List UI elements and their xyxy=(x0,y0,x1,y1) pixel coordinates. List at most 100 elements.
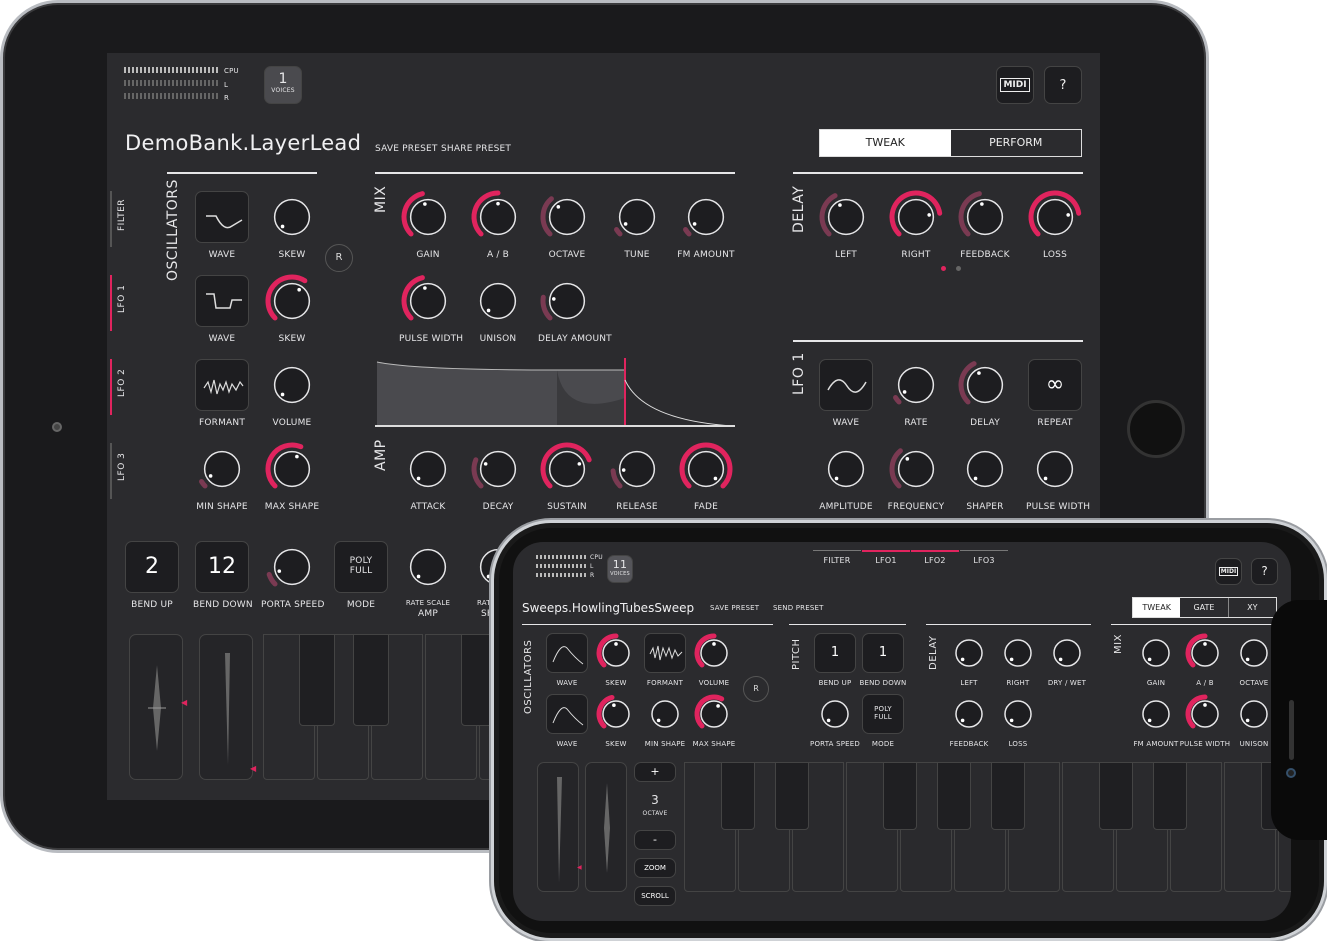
lfo-pulse-width-knob[interactable] xyxy=(1027,441,1083,497)
midi-button[interactable]: MIDI xyxy=(996,66,1034,104)
right-knob[interactable] xyxy=(888,189,944,245)
share-preset-button[interactable]: SHARE PRESET xyxy=(441,144,511,154)
unison-knob[interactable] xyxy=(1233,693,1275,735)
side-tab-lfo1[interactable]: LFO 1 xyxy=(117,285,127,313)
tab-lfo1[interactable]: LFO1 xyxy=(862,556,910,565)
save-preset-button[interactable]: SAVE PRESET xyxy=(710,604,759,612)
left-knob[interactable] xyxy=(818,189,874,245)
envelope-graph[interactable] xyxy=(375,358,735,428)
sustain-knob[interactable] xyxy=(539,441,595,497)
preset-name[interactable]: Sweeps.HowlingTubesSweep xyxy=(522,601,694,615)
black-key[interactable] xyxy=(775,762,809,830)
rate-scale-knob[interactable] xyxy=(400,539,456,595)
left-knob[interactable] xyxy=(948,632,990,674)
side-tab-lfo3[interactable]: LFO 3 xyxy=(117,453,127,481)
black-key[interactable] xyxy=(991,762,1025,830)
mod-wheel[interactable] xyxy=(585,762,627,892)
loss-knob[interactable] xyxy=(997,693,1039,735)
pitch-wheel[interactable] xyxy=(129,634,183,780)
tab-tweak[interactable]: TWEAK xyxy=(1133,598,1181,617)
fm-amount-knob[interactable] xyxy=(678,189,734,245)
pulse-width-knob[interactable] xyxy=(1184,693,1226,735)
preset-name[interactable]: DemoBank.LayerLead xyxy=(125,131,361,155)
tune-knob[interactable] xyxy=(609,189,665,245)
shaper-knob[interactable] xyxy=(957,441,1013,497)
fade-knob[interactable] xyxy=(678,441,734,497)
tab-gate[interactable]: GATE xyxy=(1180,598,1229,617)
osc2-wave-button[interactable] xyxy=(195,275,249,327)
fm-amount-knob[interactable] xyxy=(1135,693,1177,735)
rate-knob[interactable] xyxy=(888,357,944,413)
porta-speed-knob[interactable] xyxy=(264,539,320,595)
dry-wet-knob[interactable] xyxy=(1046,632,1088,674)
skew-knob[interactable] xyxy=(595,693,637,735)
reset-button[interactable]: R xyxy=(743,676,769,702)
min-shape-knob[interactable] xyxy=(644,693,686,735)
mode-button[interactable]: POLY FULL xyxy=(334,541,388,593)
keyboard[interactable] xyxy=(684,762,1291,893)
osc2-wave-button[interactable] xyxy=(546,694,588,734)
bend-down-field[interactable]: 1 xyxy=(862,633,904,673)
tab-lfo3[interactable]: LFO3 xyxy=(960,556,1008,565)
bend-down-field[interactable]: 12 xyxy=(195,541,249,593)
max-shape-knob[interactable] xyxy=(264,441,320,497)
lfo-wave-button[interactable] xyxy=(819,359,873,411)
frequency-knob[interactable] xyxy=(888,441,944,497)
tab-filter[interactable]: FILTER xyxy=(813,556,861,565)
tab-lfo2[interactable]: LFO2 xyxy=(911,556,959,565)
osc1-wave-button[interactable] xyxy=(546,633,588,673)
attack-knob[interactable] xyxy=(400,441,456,497)
mod-wheel[interactable] xyxy=(199,634,253,780)
bend-up-field[interactable]: 1 xyxy=(814,633,856,673)
save-preset-button[interactable]: SAVE PRESET xyxy=(375,144,438,154)
tab-xy[interactable]: XY xyxy=(1229,598,1276,617)
right-knob[interactable] xyxy=(997,632,1039,674)
feedback-knob[interactable] xyxy=(948,693,990,735)
octave-up-button[interactable]: + xyxy=(634,762,676,782)
gain-knob[interactable] xyxy=(400,189,456,245)
black-key[interactable] xyxy=(1153,762,1187,830)
loss-knob[interactable] xyxy=(1027,189,1083,245)
black-key[interactable] xyxy=(883,762,917,830)
black-key[interactable] xyxy=(721,762,755,830)
tab-perform[interactable]: PERFORM xyxy=(951,130,1082,156)
help-button[interactable]: ? xyxy=(1251,558,1278,585)
ab-knob[interactable] xyxy=(470,189,526,245)
black-key[interactable] xyxy=(353,634,389,726)
formant-button[interactable] xyxy=(195,359,249,411)
feedback-knob[interactable] xyxy=(957,189,1013,245)
help-button[interactable]: ? xyxy=(1044,66,1082,104)
pulse-width-knob[interactable] xyxy=(400,273,456,329)
send-preset-button[interactable]: SEND PRESET xyxy=(773,604,824,612)
delay-amount-knob[interactable] xyxy=(539,273,595,329)
scroll-button[interactable]: SCROLL xyxy=(634,886,676,906)
tab-tweak[interactable]: TWEAK xyxy=(820,130,951,156)
gain-knob[interactable] xyxy=(1135,632,1177,674)
bend-up-field[interactable]: 2 xyxy=(125,541,179,593)
midi-button[interactable]: MIDI xyxy=(1215,558,1242,585)
formant-button[interactable] xyxy=(644,633,686,673)
max-shape-knob[interactable] xyxy=(693,693,735,735)
min-shape-knob[interactable] xyxy=(194,441,250,497)
amplitude-knob[interactable] xyxy=(818,441,874,497)
repeat-button[interactable]: ∞ xyxy=(1028,359,1082,411)
octave-down-button[interactable]: - xyxy=(634,830,676,850)
side-tab-filter[interactable]: FILTER xyxy=(117,199,127,231)
release-knob[interactable] xyxy=(609,441,665,497)
volume-knob[interactable] xyxy=(693,632,735,674)
skew-knob[interactable] xyxy=(595,632,637,674)
black-key[interactable] xyxy=(1099,762,1133,830)
volume-knob[interactable] xyxy=(264,357,320,413)
mode-button[interactable]: POLY FULL xyxy=(862,694,904,734)
osc1-wave-button[interactable] xyxy=(195,191,249,243)
octave-knob[interactable] xyxy=(1233,632,1275,674)
home-button[interactable] xyxy=(1127,400,1185,458)
porta-speed-knob[interactable] xyxy=(814,693,856,735)
lfo-delay-knob[interactable] xyxy=(957,357,1013,413)
octave-knob[interactable] xyxy=(539,189,595,245)
black-key[interactable] xyxy=(299,634,335,726)
zoom-button[interactable]: ZOOM xyxy=(634,858,676,878)
skew-knob[interactable] xyxy=(264,273,320,329)
decay-knob[interactable] xyxy=(470,441,526,497)
pitch-wheel[interactable] xyxy=(537,762,579,892)
